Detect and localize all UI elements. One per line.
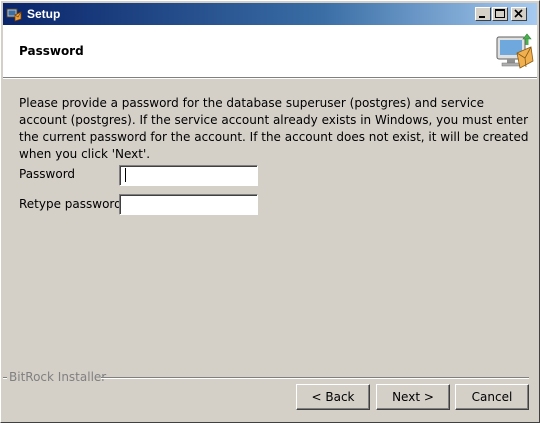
close-button[interactable] — [511, 7, 527, 21]
password-label: Password — [19, 167, 76, 181]
close-icon — [514, 9, 523, 18]
cancel-button[interactable]: Cancel — [455, 384, 529, 410]
installer-brand: BitRock Installer — [9, 370, 107, 384]
title-bar[interactable]: Setup — [3, 3, 537, 25]
window-title: Setup — [27, 7, 61, 21]
header-divider — [3, 78, 537, 79]
back-button[interactable]: < Back — [296, 384, 370, 410]
maximize-icon — [495, 9, 505, 18]
setup-app-icon — [6, 6, 22, 22]
minimize-icon — [479, 16, 485, 18]
setup-window: Setup Password Please provide a password… — [0, 0, 540, 423]
minimize-button[interactable] — [475, 7, 491, 21]
page-title: Password — [19, 44, 84, 58]
text-caret — [125, 168, 126, 182]
footer-divider — [101, 377, 529, 379]
retype-password-input[interactable] — [119, 194, 258, 215]
header-panel: Password — [3, 25, 537, 78]
next-button[interactable]: Next > — [376, 384, 450, 410]
password-input[interactable] — [119, 165, 258, 186]
footer-divider-left — [3, 377, 7, 379]
maximize-button[interactable] — [492, 7, 508, 21]
computer-install-icon — [493, 31, 535, 73]
retype-password-label: Retype password — [19, 197, 122, 211]
password-description: Please provide a password for the databa… — [19, 96, 529, 161]
